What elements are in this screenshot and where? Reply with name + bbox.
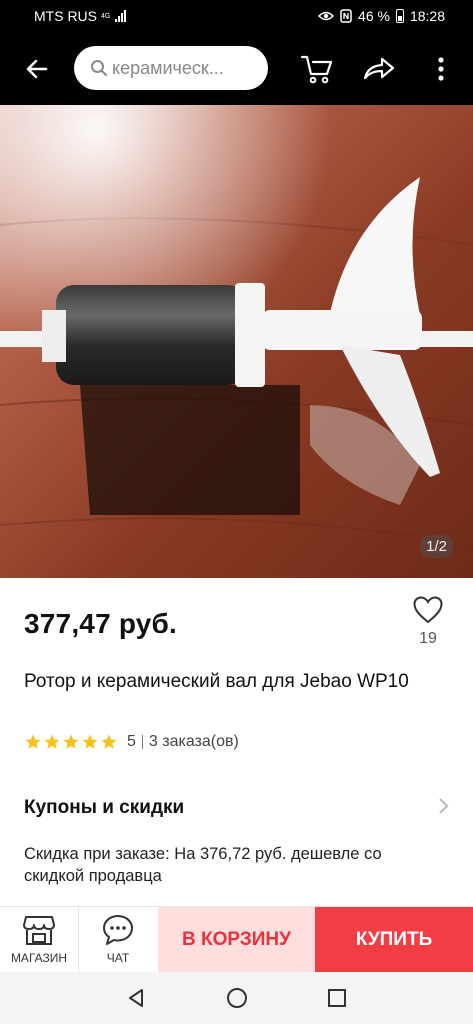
- nav-home-button[interactable]: [221, 982, 253, 1014]
- cart-icon: [300, 55, 333, 84]
- network-type: 4G: [101, 12, 111, 20]
- product-price: 377,47 руб.: [24, 608, 178, 639]
- nav-back-icon: [129, 989, 143, 1007]
- back-arrow-icon: [26, 59, 48, 79]
- search-input[interactable]: [112, 57, 262, 79]
- status-bar: MTS RUS 4G 46 % 18:28: [0, 0, 473, 33]
- search-bar[interactable]: [74, 46, 268, 90]
- status-right: 46 % 18:28: [318, 8, 445, 24]
- cart-button[interactable]: [294, 46, 340, 92]
- back-button[interactable]: [14, 46, 60, 92]
- product-title: Ротор и керамический вал для Jebao WP10: [24, 671, 409, 692]
- more-vert-icon: [438, 57, 444, 81]
- rating-row[interactable]: 5 3 заказа(ов): [24, 733, 239, 751]
- share-icon: [363, 57, 395, 80]
- add-to-cart-button[interactable]: В КОРЗИНУ: [158, 907, 315, 973]
- nav-home-icon: [227, 988, 247, 1008]
- coupons-title: Купоны и скидки: [24, 797, 185, 818]
- share-button[interactable]: [356, 46, 402, 92]
- nav-recents-button[interactable]: [321, 982, 353, 1014]
- bottom-action-bar: МАГАЗИН ЧАТ В КОРЗИНУ КУПИТЬ: [0, 906, 473, 973]
- orders-count: 3 заказа(ов): [148, 733, 239, 750]
- divider: [141, 735, 143, 749]
- nav-recents-icon: [328, 989, 346, 1007]
- wishlist-count: 19: [419, 630, 437, 647]
- wishlist-button[interactable]: 19: [402, 596, 454, 654]
- store-button[interactable]: МАГАЗИН: [0, 907, 79, 973]
- chat-label: ЧАТ: [106, 951, 130, 965]
- rating-stars: [24, 733, 118, 751]
- star-icon: [82, 734, 98, 749]
- chat-button[interactable]: ЧАТ: [79, 907, 157, 973]
- rating-value: 5: [127, 733, 136, 750]
- more-button[interactable]: [418, 46, 464, 92]
- nfc-icon: [340, 9, 352, 23]
- star-icon: [25, 734, 41, 749]
- clock: 18:28: [409, 8, 445, 24]
- buy-now-button[interactable]: КУПИТЬ: [315, 907, 473, 973]
- star-icon: [101, 734, 117, 749]
- eye-comfort-icon: [318, 11, 335, 21]
- nav-back-button[interactable]: [120, 982, 152, 1014]
- chevron-right-icon: [439, 798, 449, 814]
- signal-icon: [115, 10, 127, 22]
- carrier-name: MTS RUS: [34, 8, 97, 24]
- product-image-gallery[interactable]: 1/2: [0, 105, 473, 578]
- search-icon: [91, 60, 107, 76]
- status-left: MTS RUS 4G: [34, 8, 127, 24]
- battery-icon: [395, 9, 404, 23]
- system-nav-bar: [0, 972, 473, 1024]
- heart-icon: [413, 596, 443, 624]
- store-label: МАГАЗИН: [10, 951, 68, 965]
- star-icon: [63, 734, 79, 749]
- star-icon: [44, 734, 60, 749]
- top-toolbar: [0, 33, 473, 105]
- discount-text: Скидка при заказе: На 376,72 руб. дешевл…: [24, 845, 382, 885]
- store-icon: [23, 916, 55, 945]
- image-counter: 1/2: [420, 535, 453, 558]
- chat-icon: [103, 915, 133, 945]
- product-photo: [0, 105, 473, 578]
- battery-percent: 46 %: [358, 8, 390, 24]
- coupons-row[interactable]: Купоны и скидки: [0, 782, 473, 832]
